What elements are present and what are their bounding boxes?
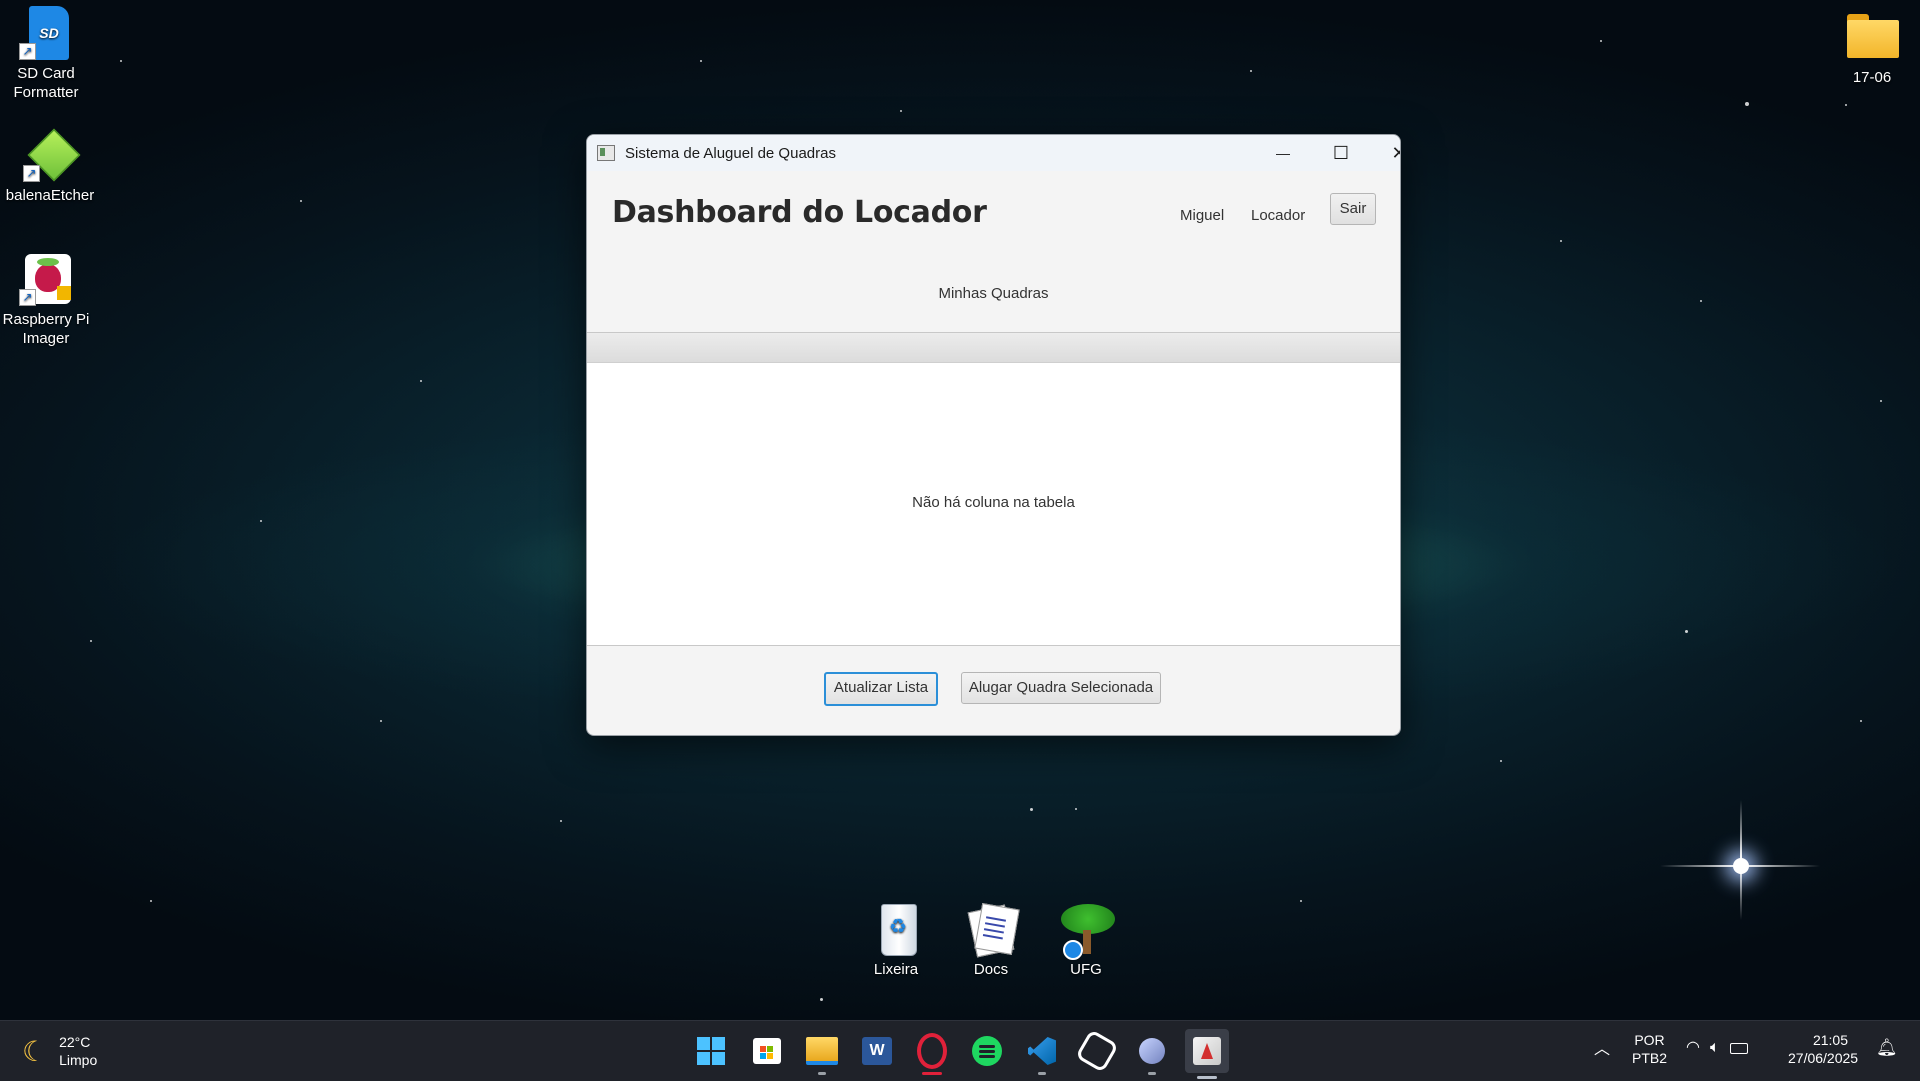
chevron-up-icon: ︿ — [1594, 1041, 1611, 1058]
desktop-icon-balena-etcher[interactable]: ↗ balenaEtcher — [2, 128, 98, 205]
table-empty-message: Não há coluna na tabela — [912, 494, 1075, 511]
language-indicator[interactable]: POR PTB2 — [1632, 1031, 1667, 1067]
vscode-icon — [1028, 1037, 1056, 1065]
page-title: Dashboard do Locador — [612, 195, 987, 230]
raspberry-pi-icon: ↗ — [19, 252, 73, 306]
taskbar-eclipse[interactable] — [1134, 1033, 1170, 1075]
refresh-list-button[interactable]: Atualizar Lista — [824, 672, 938, 706]
weather-condition: Limpo — [59, 1052, 98, 1068]
running-indicator — [1197, 1076, 1217, 1079]
chatgpt-icon — [1075, 1029, 1119, 1073]
desktop-icon-label: balenaEtcher — [5, 187, 95, 204]
desktop-icon-lixeira[interactable]: ♻ Lixeira — [848, 902, 944, 979]
opera-icon — [917, 1033, 947, 1069]
word-icon: W — [862, 1037, 892, 1065]
minimize-button[interactable]: — — [1254, 135, 1312, 171]
sd-card-icon: SD ↗ — [19, 6, 73, 60]
eclipse-icon — [1139, 1038, 1165, 1064]
taskbar-file-explorer[interactable] — [804, 1033, 840, 1075]
tray-overflow-button[interactable]: ︿ — [1594, 1041, 1610, 1059]
clock-date: 27/06/2025 — [1788, 1050, 1859, 1066]
desktop-icon-folder-17-06[interactable]: 17-06 — [1824, 10, 1920, 87]
clock[interactable]: 21:05 27/06/2025 — [1788, 1031, 1859, 1067]
rent-selected-court-button[interactable]: Alugar Quadra Selecionada — [961, 672, 1161, 704]
start-icon — [697, 1037, 725, 1065]
language-code: POR — [1634, 1032, 1665, 1048]
desktop-icon-sd-card-formatter[interactable]: SD ↗ SD Card Formatter — [0, 6, 94, 102]
taskbar: ☾ 22°C Limpo W ︿ POR PTB2 ◠ 🔈︎ 21:05 27/… — [0, 1020, 1920, 1081]
system-tray-icons[interactable]: ◠ 🔈︎ — [1686, 1039, 1748, 1057]
desktop-icon-label: Docs — [973, 961, 1009, 978]
logout-button[interactable]: Sair — [1330, 193, 1376, 225]
maximize-icon: ☐ — [1332, 142, 1350, 163]
desktop-icon-label: SD Card — [17, 65, 75, 82]
spotify-icon — [972, 1036, 1002, 1066]
app-window: Sistema de Aluguel de Quadras — ☐ ✕ Dash… — [586, 134, 1401, 736]
weather-widget[interactable]: ☾ 22°C Limpo — [22, 1033, 97, 1069]
notifications-button[interactable]: 🔔︎ — [1876, 1039, 1898, 1057]
folder-icon — [1845, 10, 1899, 64]
desktop-icon-label: Lixeira — [873, 961, 919, 978]
courts-table[interactable]: Não há coluna na tabela — [587, 332, 1400, 646]
running-indicator — [1148, 1072, 1156, 1075]
taskbar-chatgpt[interactable] — [1075, 1029, 1119, 1073]
balena-etcher-icon: ↗ — [23, 128, 81, 182]
desktop-icon-label: UFG — [1070, 961, 1102, 978]
dashboard-header: Dashboard do Locador Miguel Locador Sair — [587, 171, 1400, 259]
recycle-bin-icon: ♻ — [869, 902, 923, 956]
tree-icon — [1059, 902, 1115, 960]
taskbar-vscode[interactable] — [1024, 1033, 1060, 1075]
java-app-icon — [1193, 1037, 1221, 1065]
desktop-icon-label: Formatter — [13, 84, 79, 101]
taskbar-word[interactable]: W — [859, 1033, 895, 1069]
dashboard-footer: Atualizar Lista Alugar Quadra Selecionad… — [587, 646, 1400, 735]
file-explorer-icon — [806, 1037, 838, 1065]
battery-icon — [1729, 1043, 1748, 1054]
volume-icon: 🔈︎ — [1709, 1039, 1720, 1056]
taskbar-store[interactable] — [749, 1033, 785, 1069]
taskbar-java-app[interactable] — [1185, 1029, 1229, 1079]
running-indicator — [818, 1072, 826, 1075]
user-role-label: Locador — [1251, 207, 1306, 224]
weather-temperature: 22°C — [59, 1034, 91, 1050]
desktop-icon-docs[interactable]: Docs — [943, 902, 1039, 979]
running-indicator — [1038, 1072, 1046, 1075]
section-title: Minhas Quadras — [938, 285, 1049, 302]
taskbar-spotify[interactable] — [969, 1033, 1005, 1069]
desktop-icon-raspberry-pi-imager[interactable]: ↗ Raspberry Pi Imager — [0, 252, 94, 348]
app-window-icon — [597, 145, 615, 161]
taskbar-opera[interactable] — [914, 1033, 950, 1075]
desktop-icon-label: 17-06 — [1852, 69, 1892, 86]
keyboard-layout: PTB2 — [1632, 1050, 1668, 1066]
desktop-icon-label: Raspberry Pi — [2, 311, 90, 328]
bell-icon: 🔔︎ — [1876, 1038, 1898, 1057]
window-title: Sistema de Aluguel de Quadras — [625, 144, 836, 162]
table-header — [587, 333, 1400, 363]
user-name-label: Miguel — [1180, 207, 1225, 224]
window-titlebar[interactable]: Sistema de Aluguel de Quadras — ☐ ✕ — [587, 135, 1400, 171]
minimize-icon: — — [1276, 145, 1290, 161]
maximize-button[interactable]: ☐ — [1312, 135, 1370, 171]
running-indicator — [922, 1072, 942, 1075]
store-icon — [753, 1038, 781, 1064]
start-button[interactable] — [693, 1033, 729, 1069]
moon-icon: ☾ — [22, 1035, 48, 1067]
close-button[interactable]: ✕ — [1370, 135, 1400, 171]
desktop-icon-ufg[interactable]: UFG — [1038, 902, 1134, 979]
wifi-icon: ◠ — [1686, 1039, 1700, 1056]
close-icon: ✕ — [1391, 143, 1400, 164]
clock-time: 21:05 — [1812, 1032, 1848, 1048]
documents-icon — [964, 902, 1020, 958]
desktop-icon-label: Imager — [22, 330, 70, 347]
